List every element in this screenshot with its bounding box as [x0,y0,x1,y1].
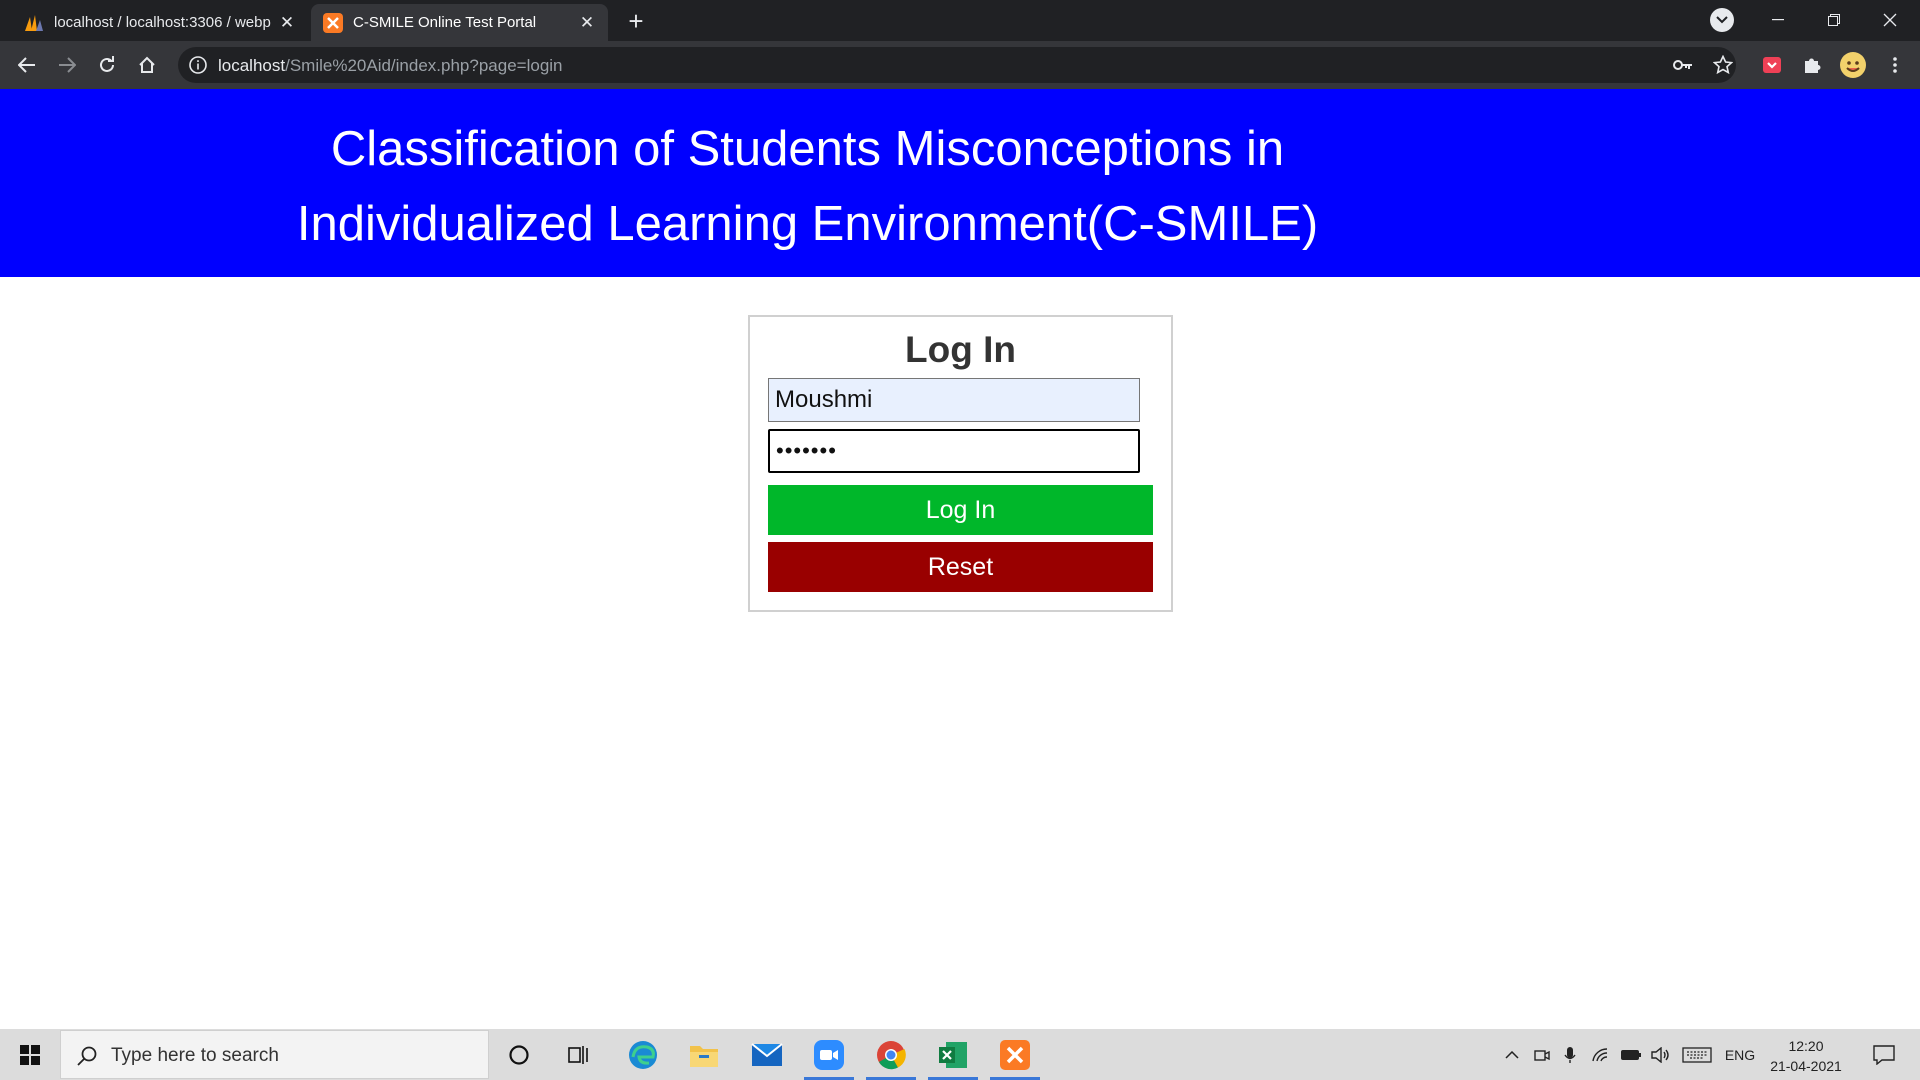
close-window-icon[interactable] [1862,0,1918,40]
wifi-icon[interactable] [1588,1029,1612,1080]
windows-taskbar: Type here to search ENG 12:20 21-04-2021 [0,1029,1920,1080]
chrome-icon[interactable] [862,1029,920,1080]
pocket-extension-icon[interactable] [1757,50,1787,80]
browser-toolbar: localhost/Smile%20Aid/index.php?page=log… [0,41,1920,89]
page-title-line-2: Individualized Learning Environment(C-SM… [296,197,1319,251]
taskbar-search-placeholder: Type here to search [111,1045,279,1066]
clock-date: 21-04-2021 [1770,1058,1842,1074]
new-tab-icon[interactable]: + [622,8,650,36]
xampp-icon [323,12,343,33]
page-viewport: Classification of Students Misconception… [0,89,1920,1029]
site-info-icon[interactable] [188,55,208,75]
input-language[interactable]: ENG [1720,1029,1760,1080]
tab-phpmyadmin[interactable]: localhost / localhost:3306 / webp ✕ [12,4,308,41]
file-explorer-icon[interactable] [675,1029,733,1080]
tab-search-icon[interactable] [1710,8,1734,32]
notifications-icon[interactable] [1864,1029,1904,1080]
cortana-icon[interactable] [490,1029,548,1080]
key-icon[interactable] [1668,50,1698,80]
windows-start-icon[interactable] [0,1029,60,1080]
keyboard-icon[interactable] [1680,1029,1714,1080]
address-bar[interactable]: localhost/Smile%20Aid/index.php?page=log… [178,47,1736,83]
login-heading: Log In [905,329,1016,370]
tab-title: C-SMILE Online Test Portal [353,14,537,31]
task-view-icon[interactable] [550,1029,608,1080]
tab-csmile-portal[interactable]: C-SMILE Online Test Portal ✕ [311,4,608,41]
url-host: localhost [218,56,286,75]
volume-icon[interactable] [1648,1029,1674,1080]
taskbar-search-box[interactable]: Type here to search [60,1030,489,1079]
close-tab-icon[interactable]: ✕ [278,13,296,32]
browser-tab-strip: localhost / localhost:3306 / webp ✕ C-SM… [0,0,1920,41]
minimize-icon[interactable] [1750,0,1806,40]
camera-tray-icon[interactable] [1530,1029,1554,1080]
restore-icon[interactable] [1806,0,1862,40]
login-button[interactable]: Log In [768,485,1153,535]
profile-avatar-icon[interactable] [1838,50,1868,80]
taskbar-clock[interactable]: 12:20 21-04-2021 [1763,1036,1849,1076]
back-arrow-icon[interactable] [12,50,42,80]
page-title-line-1: Classification of Students Misconception… [330,122,1285,176]
show-hidden-icons-icon[interactable] [1500,1029,1524,1080]
url-path: /Smile%20Aid/index.php?page=login [285,56,563,75]
forward-arrow-icon[interactable] [52,50,82,80]
tab-title: localhost / localhost:3306 / webp [54,14,271,31]
reload-icon[interactable] [92,50,122,80]
edge-browser-icon[interactable] [614,1029,672,1080]
home-icon[interactable] [132,50,162,80]
battery-icon[interactable] [1618,1029,1644,1080]
microphone-icon[interactable] [1558,1029,1582,1080]
search-icon [77,1046,97,1066]
login-form: Log In Moushmi ••••••• Log In Reset [748,315,1173,612]
page-title: Classification of Students Misconception… [200,112,1415,262]
excel-icon[interactable] [924,1029,982,1080]
close-tab-icon[interactable]: ✕ [578,13,596,32]
url-text[interactable]: localhost/Smile%20Aid/index.php?page=log… [218,56,563,76]
header-banner: Classification of Students Misconception… [0,89,1920,277]
phpmyadmin-icon [24,13,44,33]
extensions-puzzle-icon[interactable] [1797,50,1827,80]
zoom-icon[interactable] [800,1029,858,1080]
username-input[interactable]: Moushmi [768,378,1140,422]
mail-icon[interactable] [738,1029,796,1080]
bookmark-star-icon[interactable] [1708,50,1738,80]
password-input[interactable]: ••••••• [768,429,1140,473]
reset-button[interactable]: Reset [768,542,1153,592]
browser-menu-icon[interactable] [1880,50,1910,80]
clock-time: 12:20 [1788,1038,1824,1054]
xampp-control-icon[interactable] [986,1029,1044,1080]
